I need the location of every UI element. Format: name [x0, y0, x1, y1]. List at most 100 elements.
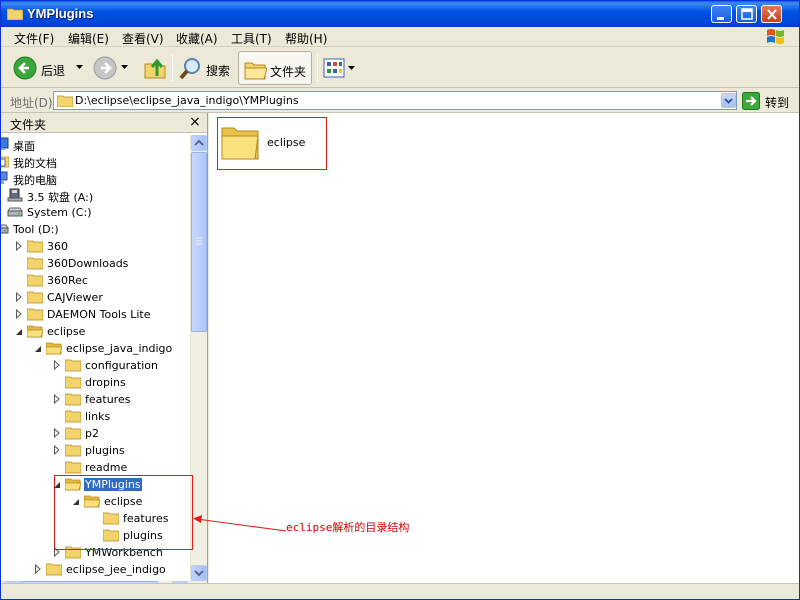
back-button[interactable]: 后退 [9, 51, 87, 85]
folder-icon [45, 562, 63, 576]
tree-item[interactable]: configuration [1, 357, 189, 374]
chevron-down-icon [121, 65, 128, 69]
tree-item[interactable]: Tool (D:) [1, 221, 189, 238]
close-button[interactable] [761, 5, 782, 23]
up-folder-button[interactable] [141, 51, 169, 85]
folder-icon [64, 443, 82, 457]
tree-item[interactable]: links [1, 408, 189, 425]
forward-arrow-icon [93, 56, 117, 80]
title-bar[interactable]: YMPlugins [1, 1, 799, 27]
views-button[interactable] [321, 51, 357, 85]
tree-item-label: 我的电脑 [13, 174, 57, 187]
tree-item-label: dropins [85, 376, 126, 389]
chevron-down-icon [724, 98, 733, 104]
tree-item-label: readme [85, 461, 128, 474]
annotation-text: eclipse解析的目录结构 [286, 521, 410, 534]
content-pane: eclipse [209, 113, 799, 583]
tree-item-label: 桌面 [13, 140, 35, 153]
collapsed-triangle-icon[interactable] [15, 291, 23, 303]
tree-item-label: 360 [47, 240, 68, 253]
folder-icon [26, 239, 44, 253]
go-button[interactable]: 转到 [741, 91, 797, 111]
drive-icon [1, 222, 9, 236]
tree-item[interactable]: eclipse [1, 323, 189, 340]
my-computer-icon [1, 171, 9, 185]
collapsed-triangle-icon[interactable] [15, 240, 23, 252]
floppy-icon [7, 188, 23, 202]
scroll-thumb[interactable] [191, 152, 207, 332]
minimize-button[interactable] [711, 5, 732, 23]
tree-item[interactable]: System (C:) [1, 204, 189, 221]
menu-favorites[interactable]: 收藏(A) [176, 30, 218, 47]
expanded-triangle-icon[interactable] [34, 343, 42, 353]
tree-item-label: Tool (D:) [13, 223, 59, 236]
folder-icon [64, 426, 82, 440]
folder-icon [26, 273, 44, 287]
collapsed-triangle-icon[interactable] [53, 427, 61, 439]
folder-open-icon [26, 324, 44, 338]
chevron-down-icon [76, 65, 83, 69]
tree-item-label: plugins [85, 444, 125, 457]
folders-button[interactable]: 文件夹 [238, 51, 312, 85]
tree-item[interactable]: dropins [1, 374, 189, 391]
window-title: YMPlugins [27, 6, 94, 21]
folder-open-icon [45, 341, 63, 355]
tree-item[interactable]: 我的文档 [1, 153, 189, 170]
maximize-button[interactable] [736, 5, 757, 23]
go-arrow-icon [742, 92, 760, 110]
search-icon [179, 58, 200, 80]
folder-pane-close-icon[interactable]: × [189, 115, 201, 129]
folder-icon [64, 392, 82, 406]
tree-item[interactable]: 桌面 [1, 136, 189, 153]
scroll-down-button[interactable] [191, 565, 207, 581]
address-dropdown-button[interactable] [721, 93, 736, 108]
tree-item[interactable]: features [1, 391, 189, 408]
collapsed-triangle-icon[interactable] [53, 444, 61, 456]
folder-icon [26, 290, 44, 304]
chevron-up-icon [194, 139, 204, 146]
collapsed-triangle-icon[interactable] [53, 359, 61, 371]
expanded-triangle-icon[interactable] [15, 326, 23, 336]
tree-item[interactable]: CAJViewer [1, 289, 189, 306]
tree-item-label: p2 [85, 427, 99, 440]
address-input[interactable]: D:\eclipse\eclipse_java_indigo\YMPlugins [53, 91, 737, 110]
tree-item[interactable]: 3.5 软盘 (A:) [1, 187, 189, 204]
tree-item[interactable]: plugins [1, 442, 189, 459]
folders-label: 文件夹 [270, 65, 307, 79]
menu-file[interactable]: 文件(F) [14, 30, 54, 47]
folder-pane-header: 文件夹 × [1, 113, 207, 133]
back-label: 后退 [41, 64, 66, 78]
minimize-icon [717, 17, 724, 20]
drive-icon [7, 205, 23, 219]
collapsed-triangle-icon[interactable] [34, 563, 42, 575]
close-icon [767, 9, 777, 20]
menu-tools[interactable]: 工具(T) [231, 30, 272, 47]
tree-item-label: eclipse_java_indigo [66, 342, 173, 355]
tree-item[interactable]: eclipse_java_indigo [1, 340, 189, 357]
scroll-up-button[interactable] [191, 135, 207, 151]
tree-item[interactable]: readme [1, 459, 189, 476]
tree-item[interactable]: 360Downloads [1, 255, 189, 272]
tree-item[interactable]: eclipse_jee_indigo [1, 561, 189, 578]
tree-item[interactable]: 360 [1, 238, 189, 255]
tree-item[interactable]: 我的电脑 [1, 170, 189, 187]
search-button[interactable]: 搜索 [176, 51, 234, 85]
forward-button[interactable] [91, 51, 133, 85]
tree-item[interactable]: 360Rec [1, 272, 189, 289]
folder-icon [26, 307, 44, 321]
tree-item-label: features [85, 393, 131, 406]
menu-view[interactable]: 查看(V) [122, 30, 164, 47]
folder-icon [64, 358, 82, 372]
tree-item-label: 3.5 软盘 (A:) [27, 191, 94, 204]
annotation-box-content [217, 117, 327, 170]
collapsed-triangle-icon[interactable] [15, 308, 23, 320]
grip-icon [196, 237, 202, 245]
search-label: 搜索 [206, 64, 231, 78]
tree-item-label: DAEMON Tools Lite [47, 308, 151, 321]
tree-item[interactable]: DAEMON Tools Lite [1, 306, 189, 323]
menu-edit[interactable]: 编辑(E) [68, 30, 109, 47]
chevron-down-icon [348, 66, 355, 70]
menu-help[interactable]: 帮助(H) [285, 30, 327, 47]
tree-item[interactable]: p2 [1, 425, 189, 442]
collapsed-triangle-icon[interactable] [53, 393, 61, 405]
